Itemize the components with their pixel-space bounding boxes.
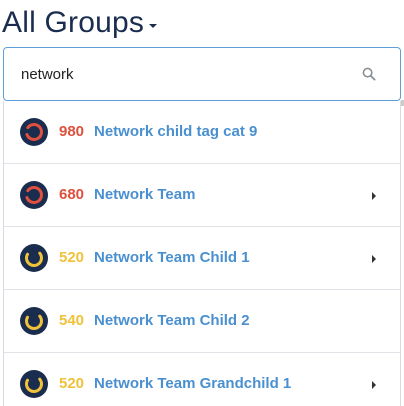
page: All Groups 980 Network child tag cat 9 6… (0, 0, 404, 406)
group-score: 540 (59, 312, 85, 329)
chevron-right-icon[interactable] (372, 255, 376, 263)
group-name-link[interactable]: Network Team Child 2 (94, 312, 250, 330)
group-score: 980 (59, 123, 85, 140)
group-score: 680 (59, 186, 85, 203)
score-ring-icon (20, 181, 48, 209)
list-item[interactable]: 520 Network Team Grandchild 1 (4, 353, 400, 406)
caret-down-icon[interactable] (149, 24, 158, 28)
chevron-right-icon[interactable] (372, 192, 376, 200)
page-title: All Groups (2, 6, 145, 39)
search-input[interactable] (21, 60, 341, 88)
score-ring-icon (20, 370, 48, 398)
list-item[interactable]: 680 Network Team (4, 164, 400, 227)
list-item[interactable]: 520 Network Team Child 1 (4, 227, 400, 290)
group-selector[interactable]: All Groups (2, 0, 158, 46)
list-item[interactable]: 980 Network child tag cat 9 (4, 101, 400, 164)
score-ring-icon (20, 118, 48, 146)
group-name-link[interactable]: Network Team Child 1 (94, 249, 250, 267)
group-name-link[interactable]: Network Team (94, 186, 195, 204)
group-score: 520 (59, 249, 85, 266)
group-score: 520 (59, 375, 85, 392)
search-box (3, 47, 401, 101)
group-name-link[interactable]: Network child tag cat 9 (94, 123, 257, 141)
group-name-link[interactable]: Network Team Grandchild 1 (94, 375, 291, 393)
score-ring-icon (20, 244, 48, 272)
search-icon[interactable] (362, 67, 376, 81)
chevron-right-icon[interactable] (372, 381, 376, 389)
search-results-list: 980 Network child tag cat 9 680 Network … (3, 101, 401, 406)
list-item[interactable]: 540 Network Team Child 2 (4, 290, 400, 353)
score-ring-icon (20, 307, 48, 335)
